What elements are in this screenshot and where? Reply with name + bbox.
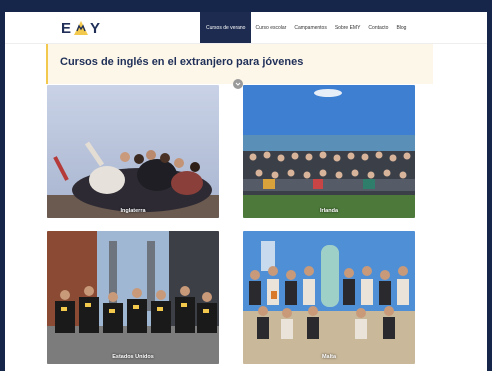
nav-item-blog[interactable]: Blog xyxy=(392,12,410,43)
destination-label-irlanda: Irlanda xyxy=(319,208,339,214)
destination-label-inglaterra: Inglaterra xyxy=(120,208,146,214)
browser-viewport: E Y Cursos de verano Curso escolar Campa… xyxy=(5,12,487,371)
destination-card-malta[interactable]: Malta xyxy=(243,231,415,364)
group-photo-malta xyxy=(243,231,415,364)
destination-label-estados-unidos: Estados Unidos xyxy=(112,354,154,360)
chevron-down-icon xyxy=(235,82,241,86)
destination-card-irlanda[interactable]: Irlanda xyxy=(243,85,415,218)
hero-banner: Cursos de inglés en el extranjero para j… xyxy=(46,44,433,84)
group-photo-irlanda xyxy=(243,85,415,218)
logo-mark-icon xyxy=(74,21,89,35)
nav-item-curso-escolar[interactable]: Curso escolar xyxy=(251,12,290,43)
top-navbar: E Y Cursos de verano Curso escolar Campa… xyxy=(5,12,487,44)
nav-item-cursos-de-verano[interactable]: Cursos de verano xyxy=(200,12,252,43)
page-title: Cursos de inglés en el extranjero para j… xyxy=(60,56,304,68)
nav-item-contacto[interactable]: Contacto xyxy=(364,12,392,43)
destination-label-malta: Malta xyxy=(321,354,337,360)
scroll-down-button[interactable] xyxy=(233,79,243,89)
group-photo-estados-unidos xyxy=(47,231,219,364)
emy-logo[interactable]: E Y xyxy=(61,19,101,37)
nav-item-campamentos[interactable]: Campamentos xyxy=(290,12,331,43)
logo-letter-e: E xyxy=(61,19,73,37)
main-menu: Cursos de verano Curso escolar Campament… xyxy=(200,12,410,43)
destination-card-inglaterra[interactable]: Inglaterra xyxy=(47,85,219,218)
nav-item-sobre-emy[interactable]: Sobre EMY xyxy=(331,12,365,43)
logo-letter-y: Y xyxy=(90,19,102,37)
group-photo-inglaterra xyxy=(47,85,219,218)
destination-card-estados-unidos[interactable]: Estados Unidos xyxy=(47,231,219,364)
